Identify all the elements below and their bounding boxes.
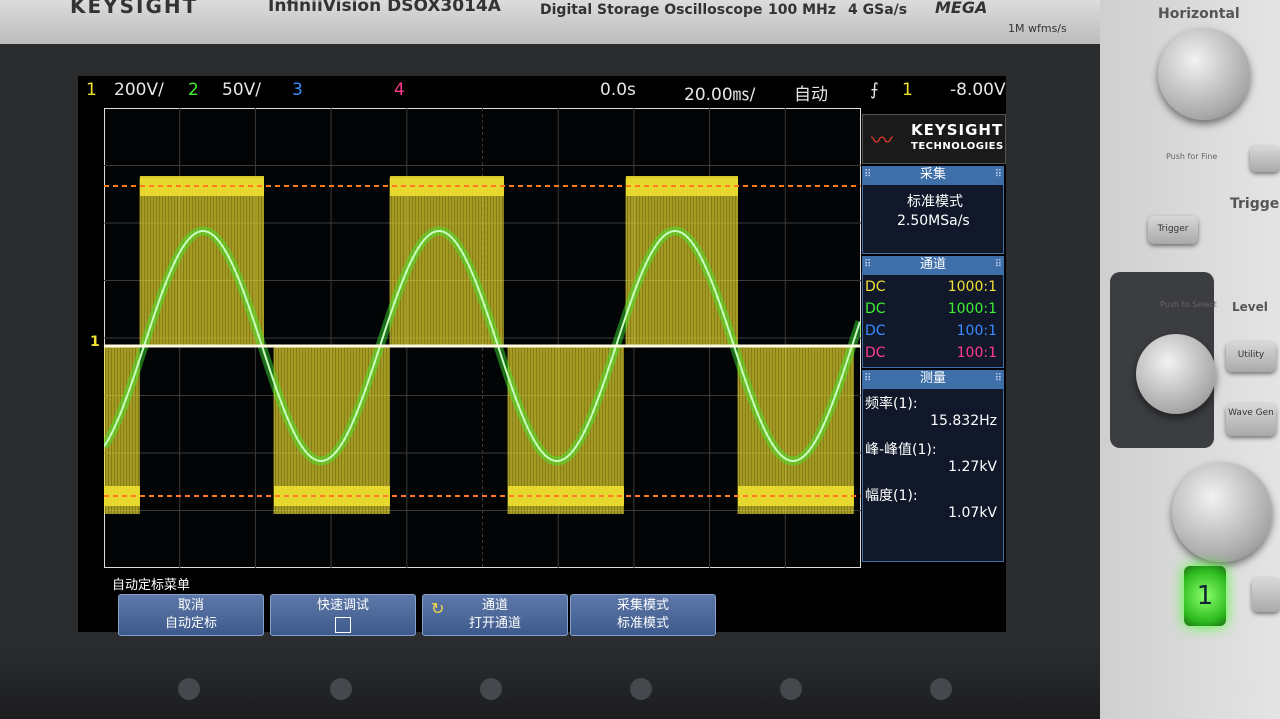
bezel-sample-rate: 4 GSa/s bbox=[848, 2, 908, 18]
ch3-coupling: DC bbox=[865, 323, 886, 339]
bezel-brand: KEYSIGHT bbox=[70, 0, 199, 18]
open-channel-label: 打开通道 bbox=[468, 616, 521, 631]
bezel-model: InfiniiVision DSOX3014A bbox=[268, 0, 501, 16]
freq-label: 频率(1): bbox=[865, 396, 918, 412]
ch2-coupling: DC bbox=[865, 301, 886, 317]
watermark-text: gkong.com bbox=[1196, 683, 1252, 694]
rotate-knob-icon: ↻ bbox=[431, 599, 445, 618]
ch2-scale[interactable]: 50V/ bbox=[222, 80, 261, 100]
level-label: Level bbox=[1232, 300, 1268, 314]
utility-button[interactable]: Utility bbox=[1226, 342, 1276, 372]
status-bar: 1 200V/ 2 50V/ 3 4 0.0s 20.00㎳/ 自动 ⨍ 1 -… bbox=[78, 76, 1006, 108]
vpp-label: 峰-峰值(1): bbox=[865, 442, 937, 458]
channels-box[interactable]: DC 1000:1 DC 1000:1 DC 100:1 DC 100:1 bbox=[862, 274, 1004, 368]
trigger-source[interactable]: 1 bbox=[902, 80, 913, 100]
trigger-level-knob[interactable] bbox=[1136, 334, 1216, 414]
ch1-probe: 1000:1 bbox=[947, 279, 997, 295]
side-button-n[interactable] bbox=[1250, 146, 1280, 172]
instrument-bezel-top: KEYSIGHT InfiniiVision DSOX3014A Digital… bbox=[0, 0, 1100, 44]
measure-header: 测量 bbox=[862, 370, 1004, 388]
info-side-panel: 〰 KEYSIGHT TECHNOLOGIES 采集 标准模式 2.50MSa/… bbox=[862, 114, 1006, 564]
ch1-scale[interactable]: 200V/ bbox=[114, 80, 164, 100]
trigger-slope-icon: ⨍ bbox=[870, 80, 879, 100]
acquire-rate: 2.50MSa/s bbox=[897, 213, 970, 229]
cancel-label: 取消 bbox=[177, 598, 204, 613]
vpp-value: 1.27kV bbox=[948, 459, 997, 475]
waveform-plot bbox=[104, 108, 861, 568]
cancel-autoscale-button[interactable]: 取消 自动定标 bbox=[118, 594, 264, 636]
ch1-number[interactable]: 1 bbox=[86, 80, 97, 100]
trigger-button[interactable]: Trigger bbox=[1148, 216, 1198, 244]
trigger-section-label: Trigger bbox=[1230, 196, 1280, 212]
horizontal-label: Horizontal bbox=[1158, 6, 1240, 22]
bezel-description: Digital Storage Oscilloscope bbox=[540, 2, 763, 18]
waveform-graticule bbox=[104, 108, 861, 568]
softkey-menu-title: 自动定标菜单 bbox=[112, 578, 191, 593]
channels-header: 通道 bbox=[862, 256, 1004, 274]
autoscale-label: 自动定标 bbox=[164, 616, 217, 631]
ch4-probe: 100:1 bbox=[956, 345, 997, 361]
channel-1-button[interactable]: 1 bbox=[1184, 566, 1226, 626]
channel-scale-knob[interactable] bbox=[1172, 462, 1272, 562]
ch2-probe: 1000:1 bbox=[947, 301, 997, 317]
instrument-bezel-bottom bbox=[0, 640, 1100, 719]
acquire-mode: 标准模式 bbox=[907, 194, 963, 210]
acquire-header: 采集 bbox=[862, 166, 1004, 184]
ch3-number[interactable]: 3 bbox=[292, 80, 303, 100]
softkey-hw-1[interactable] bbox=[178, 678, 200, 700]
side-button-lower[interactable] bbox=[1252, 578, 1280, 612]
acquire-mode-button[interactable]: 采集模式 标准模式 bbox=[570, 594, 716, 636]
acq-mode-label: 采集模式 bbox=[616, 598, 669, 613]
ch1-ground-marker[interactable]: 1 bbox=[90, 334, 100, 350]
time-offset[interactable]: 0.0s bbox=[600, 80, 636, 100]
push-to-select-label: Push to Select bbox=[1160, 300, 1217, 309]
fast-debug-button[interactable]: 快速调试 bbox=[270, 594, 416, 636]
bezel-mega-logo: MEGA bbox=[935, 0, 988, 17]
ch1-coupling: DC bbox=[865, 279, 886, 295]
ch3-probe: 100:1 bbox=[956, 323, 997, 339]
ch4-coupling: DC bbox=[865, 345, 886, 361]
acq-mode-value: 标准模式 bbox=[616, 616, 669, 631]
acquire-box[interactable]: 标准模式 2.50MSa/s bbox=[862, 184, 1004, 254]
bezel-bandwidth: 100 MHz bbox=[768, 2, 836, 18]
logo-subtitle: TECHNOLOGIES bbox=[911, 141, 1004, 152]
keysight-wave-icon: 〰 bbox=[871, 129, 894, 154]
horizontal-scale-knob[interactable] bbox=[1158, 28, 1250, 120]
logo-name: KEYSIGHT bbox=[911, 121, 1004, 139]
softkey-hw-6[interactable] bbox=[930, 678, 952, 700]
bezel-zoom-note: 1M wfms/s bbox=[1008, 22, 1067, 35]
channel-button[interactable]: ↻ 通道 打开通道 bbox=[422, 594, 568, 636]
ch4-number[interactable]: 4 bbox=[394, 80, 405, 100]
push-for-fine-label: Push for Fine bbox=[1166, 152, 1218, 161]
softkey-hw-2[interactable] bbox=[330, 678, 352, 700]
trigger-level[interactable]: -8.00V bbox=[950, 80, 1006, 100]
amplitude-value: 1.07kV bbox=[948, 505, 997, 521]
softkey-hw-5[interactable] bbox=[780, 678, 802, 700]
freq-value: 15.832Hz bbox=[930, 413, 997, 429]
trigger-mode[interactable]: 自动 bbox=[794, 80, 828, 105]
fast-debug-label: 快速调试 bbox=[316, 598, 369, 613]
time-scale[interactable]: 20.00㎳/ bbox=[684, 80, 755, 105]
softkey-hw-4[interactable] bbox=[630, 678, 652, 700]
wave-gen-button[interactable]: Wave Gen bbox=[1226, 404, 1276, 436]
softkey-hw-3[interactable] bbox=[480, 678, 502, 700]
ch2-number[interactable]: 2 bbox=[188, 80, 199, 100]
fast-debug-checkbox[interactable] bbox=[335, 617, 351, 633]
oscilloscope-display: 1 200V/ 2 50V/ 3 4 0.0s 20.00㎳/ 自动 ⨍ 1 -… bbox=[78, 76, 1006, 636]
keysight-logo: 〰 KEYSIGHT TECHNOLOGIES bbox=[862, 114, 1006, 164]
measure-box[interactable]: 频率(1): 15.832Hz 峰-峰值(1): 1.27kV 幅度(1): 1… bbox=[862, 388, 1004, 562]
amplitude-label: 幅度(1): bbox=[865, 488, 918, 504]
channel-label: 通道 bbox=[481, 598, 508, 613]
